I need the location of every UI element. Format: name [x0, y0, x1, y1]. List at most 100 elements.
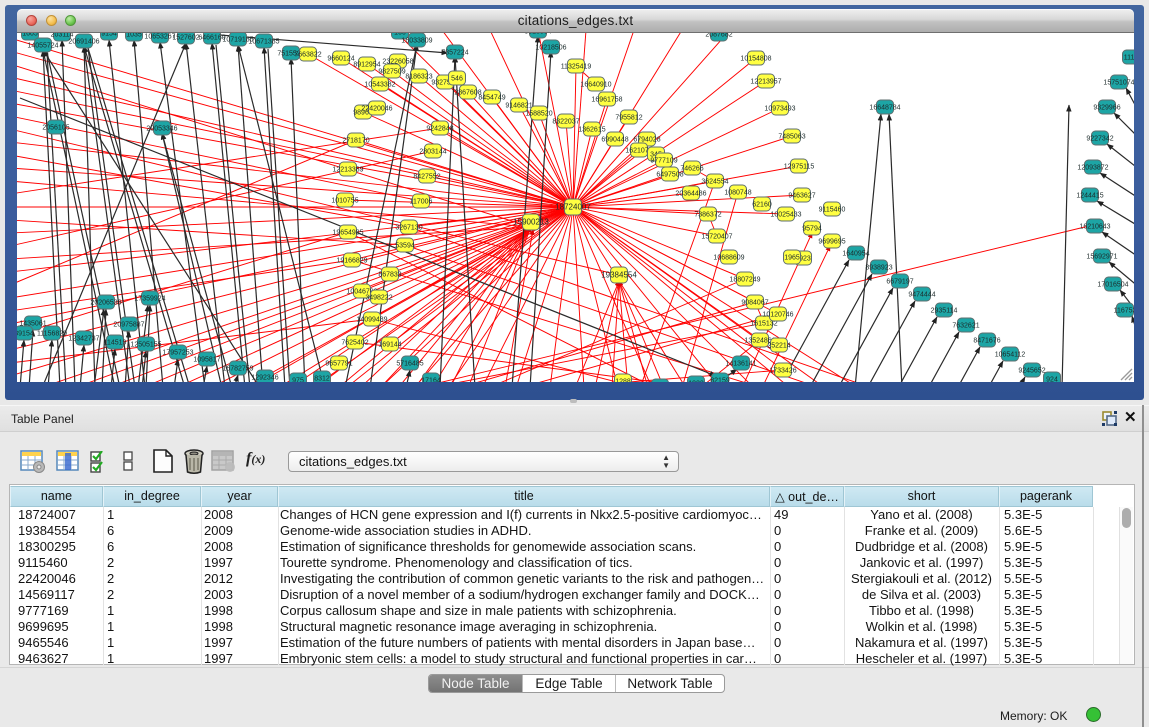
svg-text:16210643: 16210643	[1079, 224, 1110, 231]
svg-text:16648784: 16648784	[869, 105, 900, 112]
svg-text:9242848: 9242848	[426, 126, 453, 133]
svg-text:22420046: 22420046	[361, 106, 392, 113]
svg-text:15900213: 15900213	[513, 218, 549, 227]
svg-text:9660124: 9660124	[327, 56, 354, 63]
svg-text:8427552: 8427552	[413, 174, 440, 181]
svg-text:10654112: 10654112	[995, 352, 1026, 359]
svg-text:15692971: 15692971	[1086, 254, 1117, 261]
svg-text:12093872: 12093872	[1077, 165, 1108, 172]
svg-text:7955812: 7955812	[615, 115, 642, 122]
svg-text:1640954: 1640954	[842, 251, 869, 258]
svg-text:10653267: 10653267	[144, 34, 175, 41]
svg-text:95794: 95794	[802, 226, 822, 233]
svg-text:2803144: 2803144	[419, 149, 446, 156]
svg-text:8912954: 8912954	[353, 62, 380, 69]
svg-text:20975887: 20975887	[113, 322, 144, 329]
svg-text:82159: 82159	[710, 378, 730, 383]
svg-text:16640910: 16640910	[580, 82, 611, 89]
svg-text:3624554: 3624554	[701, 179, 728, 186]
svg-text:10671385: 10671385	[248, 39, 279, 46]
svg-text:9827509: 9827509	[378, 69, 405, 76]
svg-text:9657791: 9657791	[325, 361, 352, 368]
svg-text:8471676: 8471676	[973, 338, 1000, 345]
svg-text:1080748: 1080748	[724, 190, 751, 197]
svg-text:1733426: 1733426	[769, 368, 796, 375]
svg-text:10973493: 10973493	[764, 106, 795, 113]
svg-text:12213389: 12213389	[332, 167, 363, 174]
svg-text:8186323: 8186323	[405, 74, 432, 81]
svg-text:20364486: 20364486	[675, 191, 706, 198]
svg-text:6794028: 6794028	[633, 137, 660, 144]
svg-text:16961758: 16961758	[591, 97, 622, 104]
svg-text:169144: 169144	[378, 342, 401, 349]
svg-text:1292346: 1292346	[251, 375, 278, 382]
svg-text:39154: 39154	[17, 331, 34, 338]
svg-text:9146821: 9146821	[505, 103, 532, 110]
svg-text:1965: 1965	[784, 255, 800, 262]
svg-text:10025433: 10025433	[770, 212, 801, 219]
svg-text:19384554: 19384554	[601, 271, 637, 280]
svg-text:12975115: 12975115	[784, 164, 815, 171]
svg-text:12213957: 12213957	[750, 79, 781, 86]
svg-text:9329966: 9329966	[1093, 105, 1120, 112]
svg-text:867833: 867833	[378, 272, 401, 279]
svg-text:7625402: 7625402	[341, 340, 368, 347]
svg-text:1117: 1117	[1124, 55, 1134, 62]
svg-text:7663822: 7663822	[294, 52, 321, 59]
svg-text:2056105: 2056105	[42, 125, 69, 132]
svg-text:12505155: 12505155	[130, 342, 161, 349]
svg-text:1923: 1923	[688, 381, 704, 383]
svg-text:1010755: 1010755	[331, 198, 358, 205]
svg-text:10543382: 10543382	[364, 82, 395, 89]
svg-text:1588520: 1588520	[525, 111, 552, 118]
svg-text:62160: 62160	[752, 202, 772, 209]
svg-text:746266: 746266	[680, 166, 703, 173]
svg-text:16033809: 16033809	[401, 38, 432, 45]
svg-text:9474444: 9474444	[908, 292, 935, 299]
svg-text:7357224: 7357224	[441, 50, 468, 57]
svg-text:17359924: 17359924	[134, 296, 165, 303]
svg-text:10688609: 10688609	[713, 255, 744, 262]
svg-text:5716485: 5716485	[396, 361, 423, 368]
svg-text:9115460: 9115460	[819, 207, 846, 214]
svg-text:9699695: 9699695	[818, 239, 845, 246]
svg-text:1095817: 1095817	[193, 357, 220, 364]
svg-text:546: 546	[451, 76, 463, 83]
svg-text:3498222: 3498222	[365, 295, 392, 302]
svg-text:1362615: 1362615	[578, 127, 605, 134]
svg-text:17164: 17164	[421, 378, 441, 383]
svg-text:20691406: 20691406	[68, 39, 99, 46]
svg-text:10218506: 10218506	[535, 45, 566, 52]
svg-text:10120746: 10120746	[762, 312, 793, 319]
svg-text:9084067: 9084067	[741, 300, 768, 307]
svg-text:19654985: 19654985	[332, 230, 363, 237]
svg-text:12342737: 12342737	[68, 336, 99, 343]
svg-text:975: 975	[292, 378, 304, 383]
svg-text:6990448: 6990448	[601, 137, 628, 144]
svg-text:15720407: 15720407	[701, 234, 732, 241]
svg-text:15751074: 15751074	[1103, 80, 1134, 87]
svg-text:14055724: 14055724	[27, 43, 58, 50]
svg-text:1035: 1035	[126, 33, 142, 39]
svg-text:18807249: 18807249	[729, 277, 760, 284]
svg-text:160: 160	[394, 33, 406, 37]
svg-text:8454749: 8454749	[478, 95, 505, 102]
svg-text:2935114: 2935114	[931, 308, 958, 315]
svg-text:2087682: 2087682	[705, 33, 732, 39]
svg-text:1527602: 1527602	[172, 35, 199, 42]
svg-text:1288: 1288	[615, 379, 631, 383]
svg-text:8938923: 8938923	[865, 265, 892, 272]
svg-text:8322037: 8322037	[552, 119, 579, 126]
svg-text:116753: 116753	[1114, 308, 1134, 315]
svg-text:114519: 114519	[104, 340, 127, 347]
svg-text:9154: 9154	[101, 33, 117, 38]
svg-text:1605: 1605	[22, 33, 38, 38]
svg-text:1244415: 1244415	[1076, 193, 1103, 200]
svg-text:9463627: 9463627	[788, 193, 815, 200]
svg-text:252214: 252214	[767, 343, 790, 350]
svg-text:7632621: 7632621	[952, 323, 979, 330]
svg-text:17016504: 17016504	[1097, 282, 1128, 289]
svg-text:10154808: 10154808	[740, 56, 771, 63]
svg-text:7386372: 7386372	[694, 212, 721, 219]
svg-text:1615132: 1615132	[750, 321, 777, 328]
